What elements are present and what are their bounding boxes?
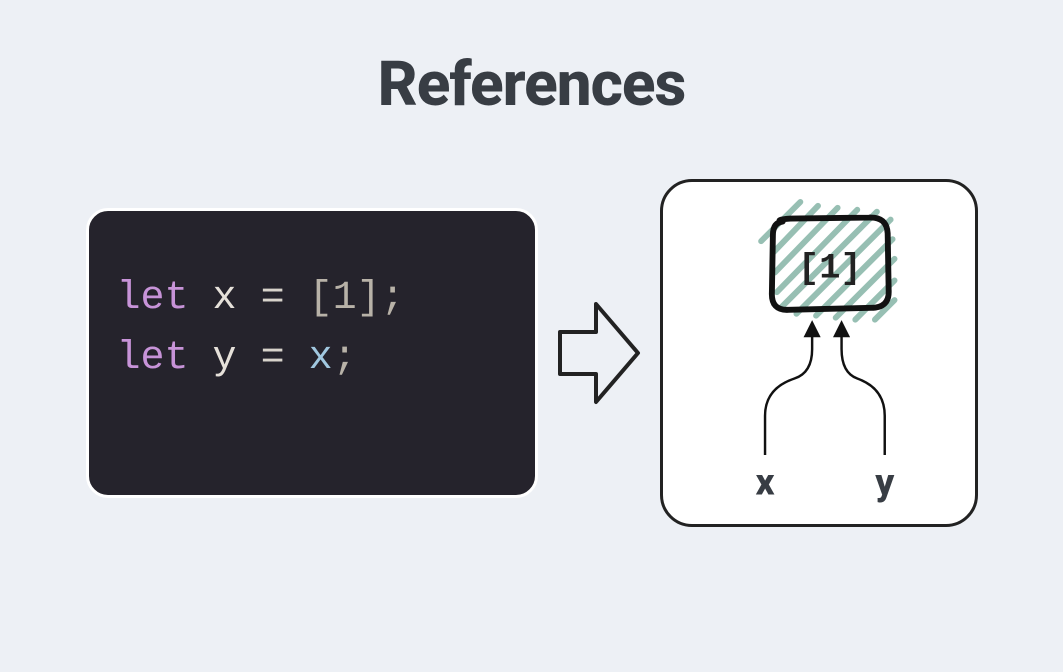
ref-x: x [309, 336, 333, 381]
bracket-close: ] [357, 276, 381, 321]
bracket-open: [ [309, 276, 333, 321]
box-value-label: [1] [798, 248, 862, 288]
code-line-1: let x = [1]; [117, 269, 507, 329]
ident-y: y [213, 336, 237, 381]
kw-let-1: let [117, 276, 189, 321]
slide-title: References [0, 48, 1063, 121]
var-label-x: x [755, 460, 774, 504]
var-label-y: y [874, 460, 895, 504]
pointer-arrow-y [841, 324, 884, 455]
code-block: let x = [1]; let y = x; [86, 208, 538, 498]
kw-let-2: let [117, 336, 189, 381]
pointer-arrow-x [765, 324, 812, 455]
eq-1: = [261, 276, 285, 321]
memory-diagram: [1] x y [660, 179, 978, 527]
code-line-2: let y = x; [117, 329, 507, 389]
num-literal: 1 [333, 276, 357, 321]
eq-2: = [261, 336, 285, 381]
ident-x: x [213, 276, 237, 321]
arrow-right-icon [556, 298, 642, 408]
semi-2: ; [333, 336, 357, 381]
content-row: let x = [1]; let y = x; [1] [0, 179, 1063, 527]
semi-1: ; [381, 276, 405, 321]
